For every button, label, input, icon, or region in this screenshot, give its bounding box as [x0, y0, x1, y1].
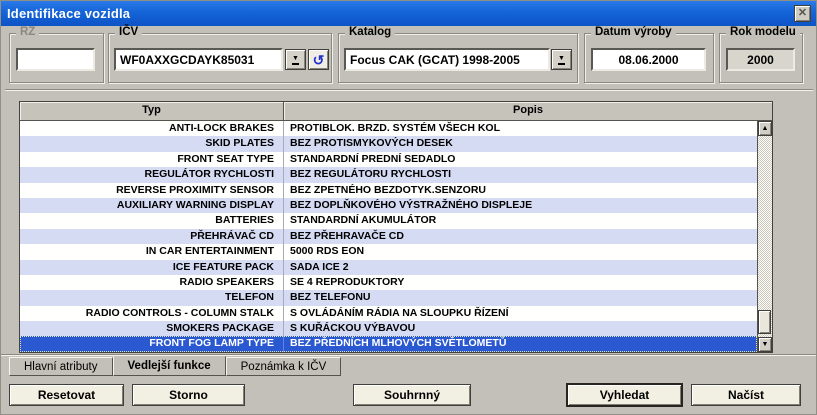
table-row[interactable]: AUXILIARY WARNING DISPLAYBEZ DOPLŇKOVÉHO…	[20, 198, 757, 213]
cell-typ: TELEFON	[20, 290, 284, 305]
cell-typ: BATTERIES	[20, 213, 284, 228]
model-year-value	[726, 48, 795, 71]
icv-dropdown-button[interactable]: ▼	[285, 49, 306, 70]
scroll-up-button[interactable]: ▲	[758, 121, 772, 136]
cancel-button[interactable]: Storno	[132, 384, 245, 406]
separator	[5, 89, 813, 91]
table-row[interactable]: REGULÁTOR RYCHLOSTIBEZ REGULÁTORU RYCHLO…	[20, 167, 757, 182]
vehicle-identification-dialog: Identifikace vozidla ✕ RZ IČV ▼ ↺ Katalo…	[0, 0, 817, 415]
table-header: Typ Popis	[20, 102, 772, 121]
cell-popis: SE 4 REPRODUKTORY	[284, 275, 757, 290]
reset-button[interactable]: Resetovat	[9, 384, 124, 406]
table-row[interactable]: SMOKERS PACKAGES KUŘÁCKOU VÝBAVOU	[20, 321, 757, 336]
katalog-input[interactable]	[344, 48, 550, 71]
scroll-down-button[interactable]: ▼	[758, 337, 772, 352]
cell-popis: 5000 RDS EON	[284, 244, 757, 259]
rz-input[interactable]	[16, 48, 95, 71]
attributes-table: Typ Popis ANTI-LOCK BRAKESPROTIBLOK. BRZ…	[19, 101, 773, 353]
close-icon: ✕	[798, 8, 807, 19]
cell-typ: REVERSE PROXIMITY SENSOR	[20, 183, 284, 198]
cell-typ: ANTI-LOCK BRAKES	[20, 121, 284, 136]
cell-popis: STANDARDNÍ PREDNÍ SEDADLO	[284, 152, 757, 167]
cell-typ: RADIO CONTROLS - COLUMN STALK	[20, 306, 284, 321]
cell-typ: FRONT FOG LAMP TYPE	[20, 336, 284, 351]
cell-popis: S KUŘÁCKOU VÝBAVOU	[284, 321, 757, 336]
model-year-label: Rok modelu	[726, 26, 800, 38]
cell-typ: FRONT SEAT TYPE	[20, 152, 284, 167]
cell-popis: BEZ PŘEDNÍCH MLHOVÝCH SVĚTLOMETŮ	[284, 336, 757, 351]
window-title: Identifikace vozidla	[7, 6, 130, 21]
cell-popis: BEZ DOPLŇKOVÉHO VÝSTRAŽNÉHO DISPLEJE	[284, 198, 757, 213]
rz-group: RZ	[9, 33, 104, 83]
rz-label: RZ	[16, 26, 39, 38]
cell-typ: SKID PLATES	[20, 136, 284, 151]
cell-popis: BEZ TELEFONU	[284, 290, 757, 305]
load-button[interactable]: Načíst	[691, 384, 801, 406]
model-year-group: Rok modelu	[719, 33, 803, 83]
cell-typ: PŘEHRÁVAČ CD	[20, 229, 284, 244]
dropdown-arrow-icon: ▼	[292, 55, 299, 65]
tab-bar: Hlavní atributy Vedlejší funkce Poznámka…	[9, 357, 341, 377]
tab-hlavni-atributy[interactable]: Hlavní atributy	[9, 357, 113, 376]
cell-popis: PROTIBLOK. BRZD. SYSTÉM VŠECH KOL	[284, 121, 757, 136]
dropdown-arrow-icon: ▼	[558, 55, 565, 65]
production-date-label: Datum výroby	[591, 26, 676, 38]
summary-button[interactable]: Souhrnný	[353, 384, 471, 406]
table-row[interactable]: ANTI-LOCK BRAKESPROTIBLOK. BRZD. SYSTÉM …	[20, 121, 757, 136]
cell-popis: STANDARDNÍ AKUMULÁTOR	[284, 213, 757, 228]
production-date-input[interactable]	[591, 48, 706, 71]
scrollbar-thumb[interactable]	[758, 310, 771, 334]
cell-popis: BEZ REGULÁTORU RYCHLOSTI	[284, 167, 757, 182]
katalog-group: Katalog ▼	[338, 33, 578, 83]
cell-popis: BEZ PŘEHRAVAČE CD	[284, 229, 757, 244]
table-row[interactable]: RADIO CONTROLS - COLUMN STALKS OVLÁDÁNÍM…	[20, 306, 757, 321]
tab-vedlejsi-funkce[interactable]: Vedlejší funkce	[113, 356, 226, 376]
icv-input[interactable]	[114, 48, 283, 71]
table-row[interactable]: FRONT FOG LAMP TYPEBEZ PŘEDNÍCH MLHOVÝCH…	[20, 336, 757, 351]
table-row[interactable]: RADIO SPEAKERSSE 4 REPRODUKTORY	[20, 275, 757, 290]
katalog-label: Katalog	[345, 26, 395, 38]
tab-poznamka-k-icv[interactable]: Poznámka k IČV	[226, 357, 342, 376]
table-body: ANTI-LOCK BRAKESPROTIBLOK. BRZD. SYSTÉM …	[20, 121, 757, 352]
cell-typ: ICE FEATURE PACK	[20, 260, 284, 275]
production-date-group: Datum výroby	[584, 33, 714, 83]
cell-typ: AUXILIARY WARNING DISPLAY	[20, 198, 284, 213]
cell-typ: SMOKERS PACKAGE	[20, 321, 284, 336]
column-header-popis[interactable]: Popis	[284, 102, 772, 121]
table-row[interactable]: SKID PLATESBEZ PROTISMYKOVÝCH DESEK	[20, 136, 757, 151]
icv-group: IČV ▼ ↺	[108, 33, 332, 83]
column-header-typ[interactable]: Typ	[20, 102, 284, 121]
vertical-scrollbar[interactable]: ▲ ▼	[757, 121, 772, 352]
katalog-dropdown-button[interactable]: ▼	[551, 49, 572, 70]
table-row[interactable]: TELEFONBEZ TELEFONU	[20, 290, 757, 305]
undo-icon: ↺	[313, 53, 325, 67]
icv-undo-button[interactable]: ↺	[308, 49, 329, 70]
cell-popis: BEZ ZPETNÉHO BEZDOTYK.SENZORU	[284, 183, 757, 198]
table-row[interactable]: FRONT SEAT TYPESTANDARDNÍ PREDNÍ SEDADLO	[20, 152, 757, 167]
cell-typ: REGULÁTOR RYCHLOSTI	[20, 167, 284, 182]
table-row[interactable]: BATTERIESSTANDARDNÍ AKUMULÁTOR	[20, 213, 757, 228]
scrollbar-track[interactable]	[758, 136, 772, 337]
close-button[interactable]: ✕	[794, 5, 811, 22]
table-row[interactable]: REVERSE PROXIMITY SENSORBEZ ZPETNÉHO BEZ…	[20, 183, 757, 198]
icv-label: IČV	[115, 26, 142, 38]
title-bar[interactable]: Identifikace vozidla ✕	[1, 1, 816, 26]
cell-popis: SADA ICE 2	[284, 260, 757, 275]
table-row[interactable]: PŘEHRÁVAČ CDBEZ PŘEHRAVAČE CD	[20, 229, 757, 244]
cell-typ: IN CAR ENTERTAINMENT	[20, 244, 284, 259]
cell-typ: RADIO SPEAKERS	[20, 275, 284, 290]
search-button[interactable]: Vyhledat	[566, 383, 683, 407]
table-row[interactable]: ICE FEATURE PACKSADA ICE 2	[20, 260, 757, 275]
table-row[interactable]: IN CAR ENTERTAINMENT5000 RDS EON	[20, 244, 757, 259]
cell-popis: BEZ PROTISMYKOVÝCH DESEK	[284, 136, 757, 151]
cell-popis: S OVLÁDÁNÍM RÁDIA NA SLOUPKU ŘÍZENÍ	[284, 306, 757, 321]
